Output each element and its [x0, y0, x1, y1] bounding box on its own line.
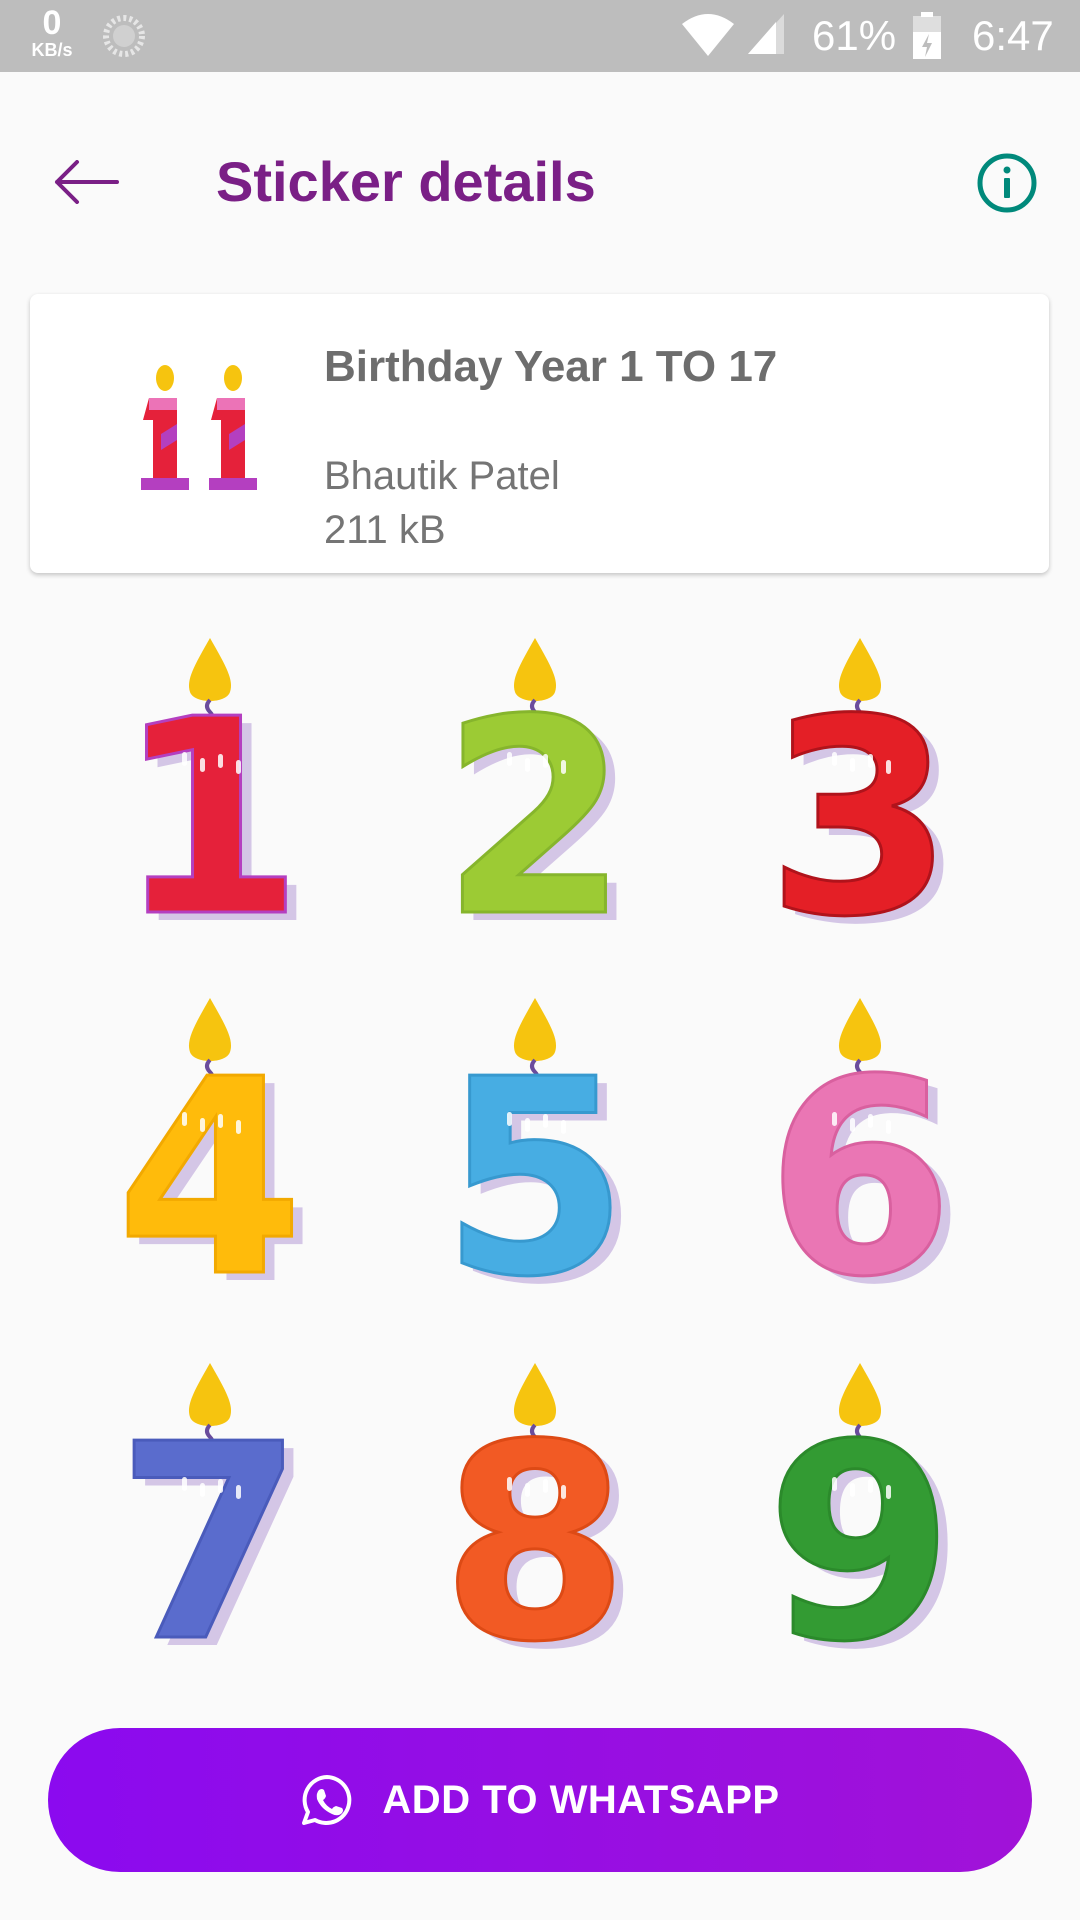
sync-icon: [103, 15, 145, 57]
sticker-3[interactable]: 33: [740, 630, 980, 984]
sticker-pack-card: Birthday Year 1 TO 17 Bhautik Patel 211 …: [30, 294, 1049, 573]
sticker-2[interactable]: 22: [415, 630, 655, 984]
sticker-digit: 8: [441, 1386, 629, 1685]
tray-icon: [125, 364, 275, 494]
back-button[interactable]: [40, 150, 132, 214]
pack-name: Birthday Year 1 TO 17: [324, 342, 778, 391]
add-to-whatsapp-button[interactable]: ADD TO WHATSAPP: [48, 1728, 1032, 1872]
clock: 6:47: [972, 12, 1054, 59]
sticker-5[interactable]: 55: [415, 990, 655, 1344]
sticker-4-image: 44: [115, 998, 315, 1344]
page-title: Sticker details: [216, 150, 596, 213]
sticker-7[interactable]: 77: [90, 1355, 330, 1709]
sticker-digit: 2: [441, 661, 629, 960]
sticker-digit: 7: [116, 1386, 304, 1685]
battery-percent: 61%: [812, 12, 897, 59]
info-icon[interactable]: [976, 152, 1038, 214]
sticker-digit: 4: [116, 1021, 304, 1320]
sticker-9-image: 99: [765, 1363, 965, 1709]
sticker-digit: 9: [766, 1386, 954, 1685]
sticker-3-image: 33: [765, 638, 965, 984]
sticker-digit: 3: [766, 661, 954, 960]
sticker-2-image: 22: [440, 638, 640, 984]
sticker-8-image: 88: [440, 1363, 640, 1709]
sticker-digit: 5: [441, 1021, 629, 1320]
pack-author: Bhautik Patel: [324, 454, 560, 498]
sticker-digit: 6: [766, 1021, 954, 1320]
network-speed: 0 KB/s: [22, 6, 82, 59]
whatsapp-icon: [302, 1775, 352, 1825]
sticker-digit: 1: [116, 661, 304, 960]
speed-value: 0: [42, 4, 62, 42]
wifi-icon: [682, 14, 734, 56]
sticker-1-image: 11: [115, 638, 315, 984]
signal-icon: [748, 14, 784, 54]
sticker-1[interactable]: 11: [90, 630, 330, 984]
sticker-6-image: 66: [765, 998, 965, 1344]
sticker-6[interactable]: 66: [740, 990, 980, 1344]
sticker-9[interactable]: 99: [740, 1355, 980, 1709]
arrow-left-icon: [55, 160, 119, 204]
app-bar: Sticker details: [0, 72, 1080, 288]
status-bar: 0 KB/s 61% 6:47: [0, 0, 1080, 72]
battery-icon: [913, 12, 941, 59]
speed-unit: KB/s: [31, 40, 73, 60]
add-button-label: ADD TO WHATSAPP: [382, 1777, 780, 1822]
sticker-8[interactable]: 88: [415, 1355, 655, 1709]
pack-size: 211 kB: [324, 508, 446, 552]
sticker-4[interactable]: 44: [90, 990, 330, 1344]
sticker-5-image: 55: [440, 998, 640, 1344]
sticker-7-image: 77: [115, 1363, 315, 1709]
